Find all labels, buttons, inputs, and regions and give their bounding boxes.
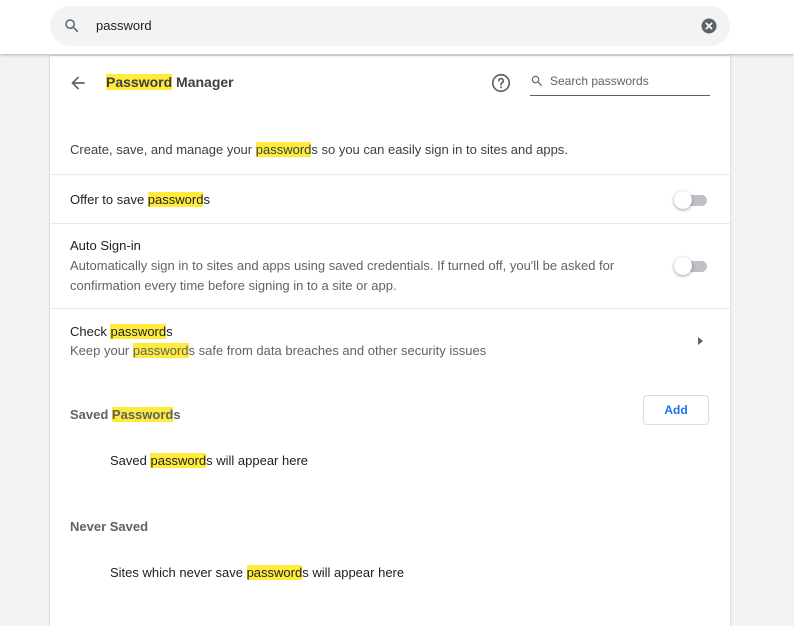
check-passwords-label: Check passwords bbox=[70, 324, 173, 339]
search-highlight: password bbox=[110, 324, 167, 339]
search-highlight: password bbox=[147, 192, 204, 207]
auto-signin-toggle[interactable] bbox=[674, 257, 708, 275]
offer-to-save-label: Offer to save passwords bbox=[70, 192, 210, 207]
password-search-field[interactable] bbox=[530, 70, 710, 96]
toggle-knob bbox=[674, 191, 692, 209]
auto-signin-label: Auto Sign-in bbox=[70, 238, 141, 253]
saved-passwords-heading: Saved Passwords bbox=[70, 407, 181, 422]
page-title: Password Manager bbox=[106, 74, 234, 90]
search-icon bbox=[65, 19, 79, 33]
page-description: Create, save, and manage your passwords … bbox=[70, 142, 568, 157]
auto-signin-description: Automatically sign in to sites and apps … bbox=[70, 258, 615, 293]
password-manager-card: Password Manager Create, save, and manag… bbox=[50, 56, 730, 626]
chevron-right-icon[interactable] bbox=[698, 337, 703, 345]
check-passwords-row[interactable]: Check passwords Keep your passwords safe… bbox=[50, 308, 730, 373]
check-passwords-description: Keep your passwords safe from data breac… bbox=[70, 343, 487, 358]
add-password-button[interactable]: Add bbox=[643, 395, 709, 425]
saved-passwords-empty-message: Saved passwords will appear here bbox=[110, 453, 309, 468]
toggle-knob bbox=[674, 257, 692, 275]
settings-toolbar: password bbox=[0, 0, 794, 54]
search-highlight: password bbox=[132, 343, 189, 358]
auto-signin-row[interactable]: Auto Sign-in Automatically sign in to si… bbox=[50, 223, 730, 308]
page-header: Password Manager bbox=[50, 56, 730, 110]
search-highlight: password bbox=[150, 453, 207, 468]
settings-search-box[interactable]: password bbox=[50, 6, 730, 46]
never-saved-heading: Never Saved bbox=[70, 519, 149, 534]
offer-to-save-row[interactable]: Offer to save passwords bbox=[50, 174, 730, 223]
help-icon[interactable] bbox=[490, 72, 512, 94]
search-highlight: password bbox=[246, 565, 303, 580]
search-highlight: password bbox=[255, 142, 312, 157]
offer-to-save-toggle[interactable] bbox=[674, 191, 708, 209]
search-highlight: Password bbox=[106, 74, 173, 90]
settings-search-input[interactable]: password bbox=[96, 18, 152, 33]
search-icon bbox=[531, 75, 542, 86]
search-highlight: Password bbox=[111, 407, 174, 422]
never-saved-empty-message: Sites which never save passwords will ap… bbox=[110, 565, 405, 580]
clear-search-icon[interactable] bbox=[700, 17, 718, 35]
back-arrow-icon[interactable] bbox=[68, 73, 88, 93]
password-search-input[interactable] bbox=[550, 72, 706, 90]
